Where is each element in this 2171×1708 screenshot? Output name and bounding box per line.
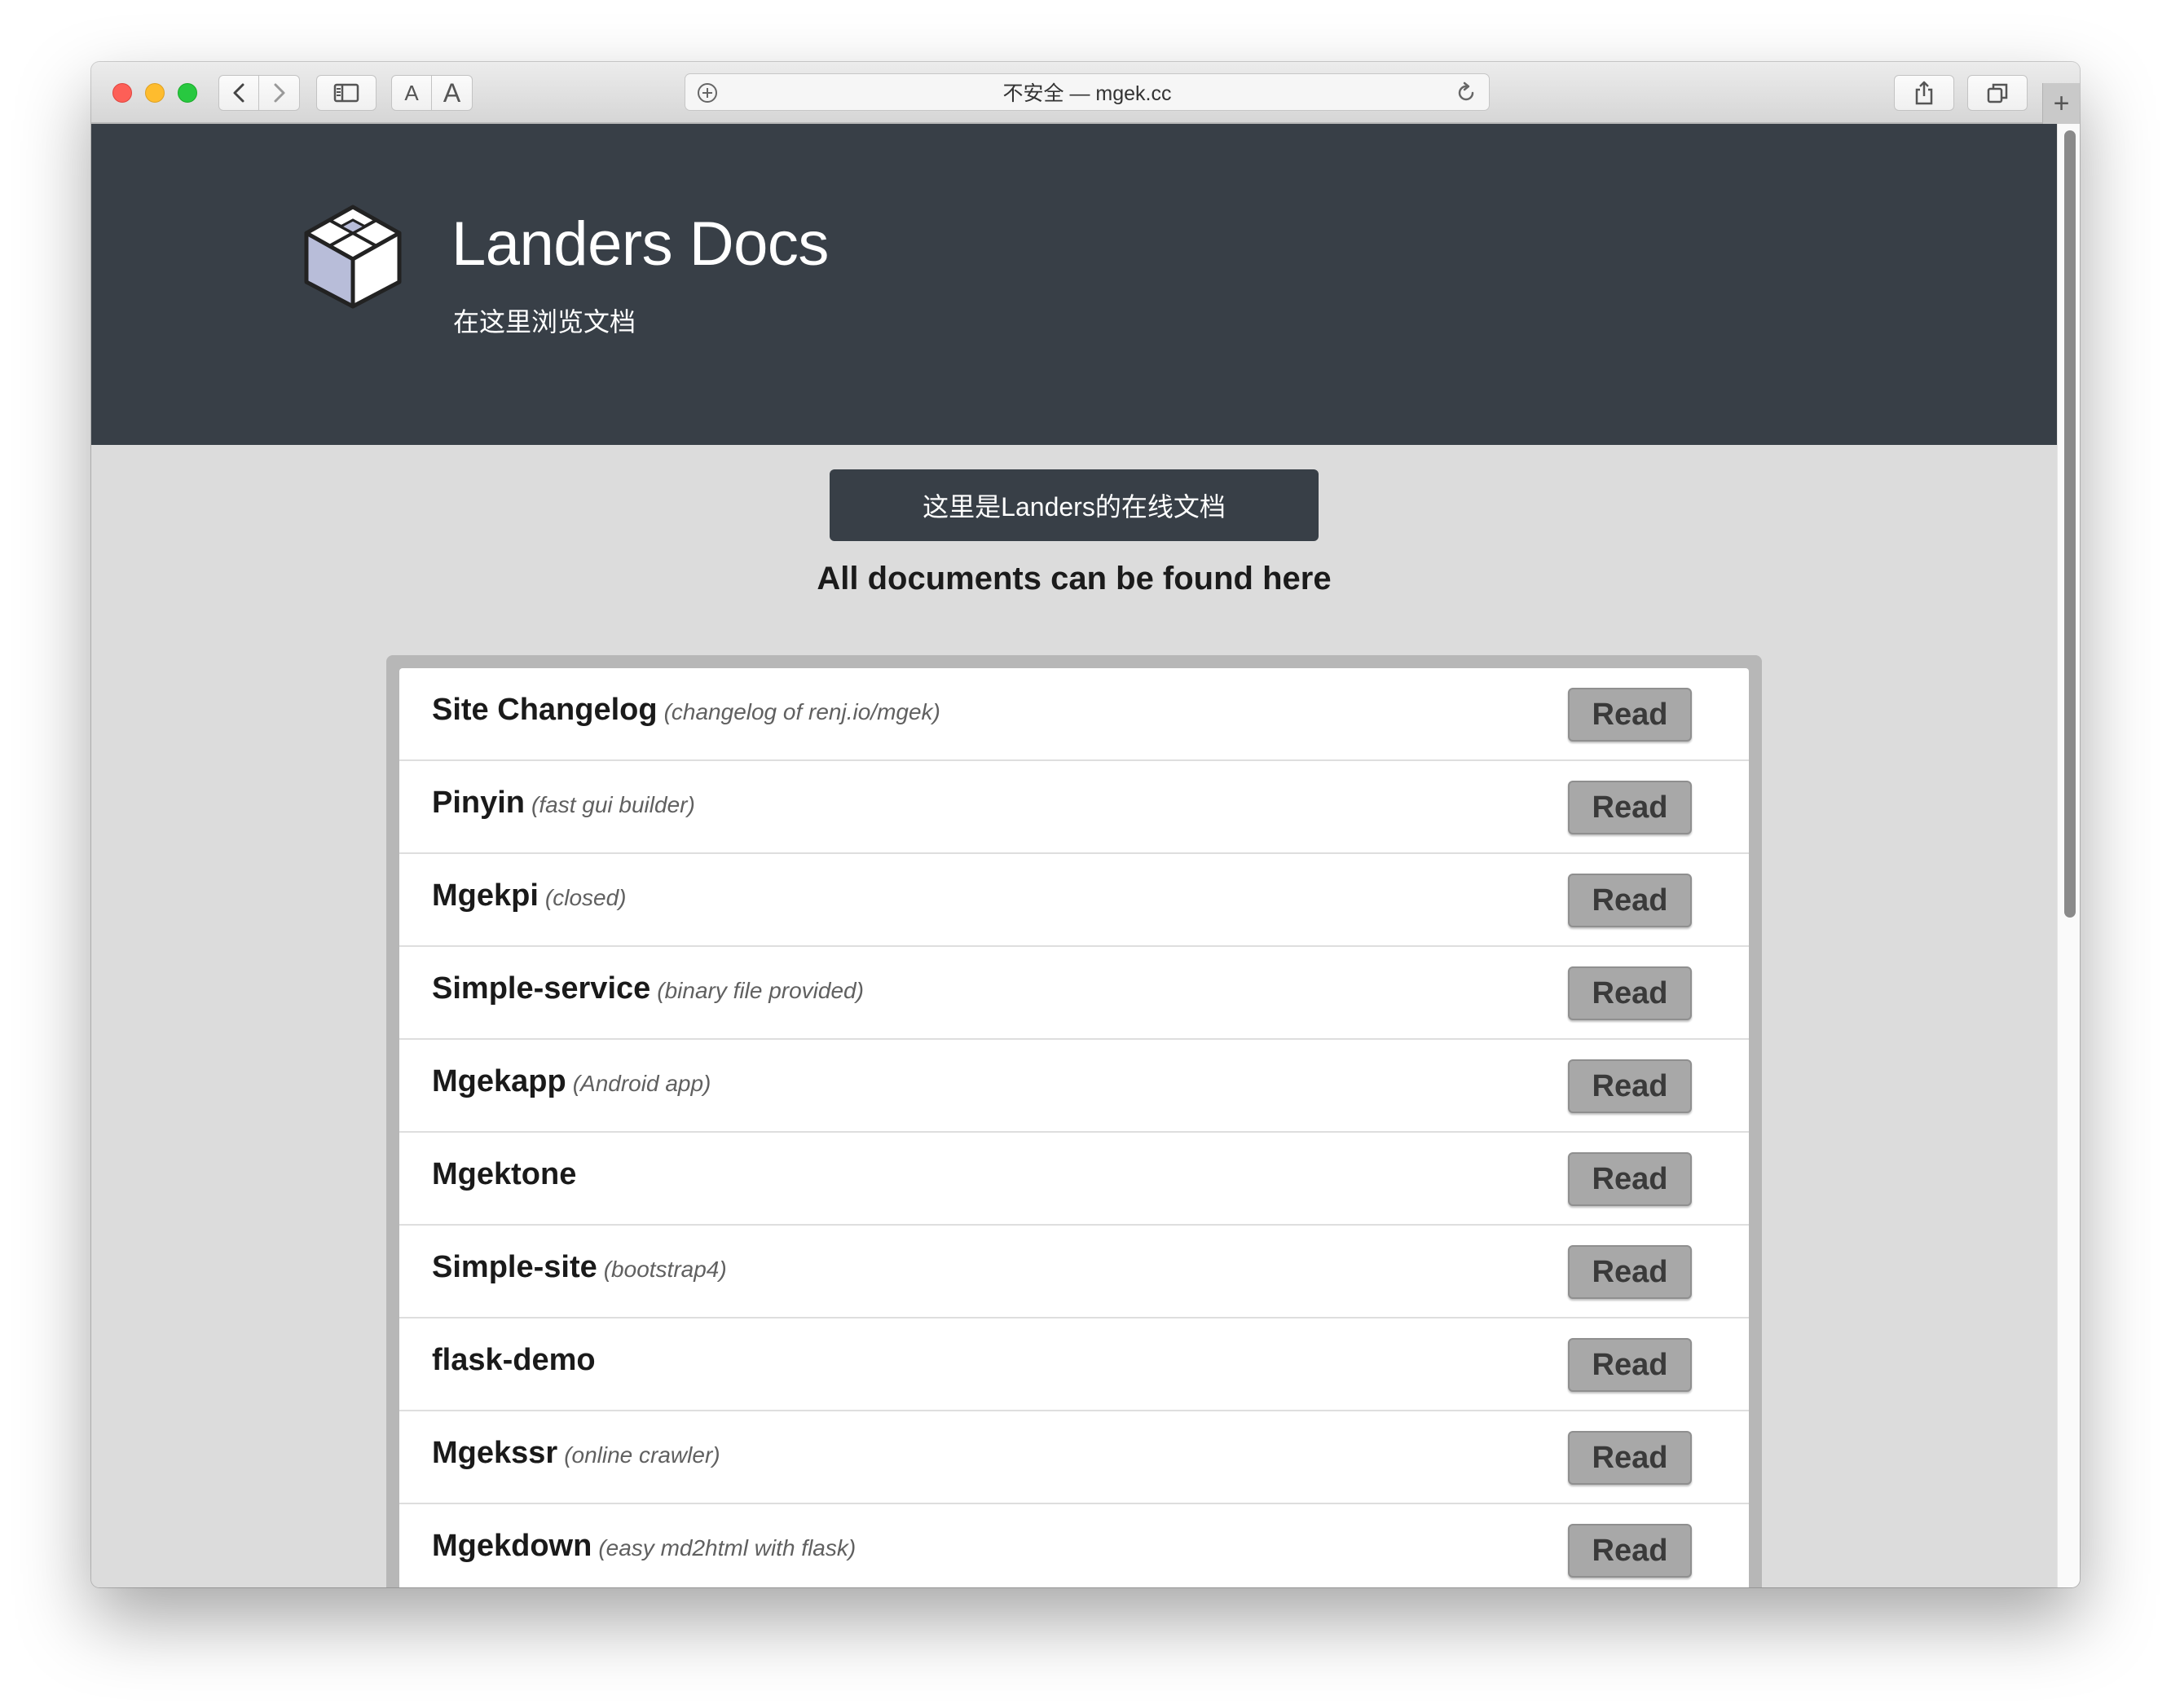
list-item: Mgekpi (closed) Read [399, 854, 1749, 947]
read-button[interactable]: Read [1568, 966, 1692, 1020]
site-subtitle: 在这里浏览文档 [453, 307, 636, 337]
list-item: flask-demo Read [399, 1318, 1749, 1411]
chevron-left-icon [233, 83, 244, 103]
doc-title[interactable]: Mgektone [432, 1157, 583, 1192]
read-button[interactable]: Read [1568, 1524, 1692, 1578]
docs-list: Site Changelog (changelog of renj.io/mgek… [399, 668, 1749, 1587]
doc-title[interactable]: Pinyin (fast gui builder) [432, 786, 695, 821]
doc-name: Mgektone [432, 1157, 577, 1191]
read-button[interactable]: Read [1568, 688, 1692, 742]
scrollbar[interactable] [2057, 124, 2080, 1587]
doc-name: Simple-site [432, 1250, 597, 1284]
list-item: Mgekapp (Android app) Read [399, 1040, 1749, 1133]
doc-title[interactable]: Mgekapp (Android app) [432, 1064, 711, 1099]
address-bar[interactable]: 不安全 — mgek.cc [685, 73, 1490, 111]
font-larger-button[interactable]: A [432, 75, 473, 111]
new-tab-button[interactable]: + [2042, 83, 2080, 124]
sidebar-toggle-button[interactable] [316, 75, 377, 111]
read-button[interactable]: Read [1568, 781, 1692, 834]
back-button[interactable] [218, 75, 259, 111]
share-icon [1915, 81, 1933, 105]
font-smaller-button[interactable]: A [391, 75, 432, 111]
doc-name: Mgekapp [432, 1064, 566, 1098]
tabs-icon [1987, 83, 2008, 103]
doc-name: Pinyin [432, 786, 526, 820]
doc-description: (binary file provided) [657, 978, 864, 1003]
list-item: Site Changelog (changelog of renj.io/mgek… [399, 668, 1749, 761]
close-window-button[interactable] [112, 83, 132, 103]
read-button[interactable]: Read [1568, 874, 1692, 927]
doc-description: (closed) [544, 885, 627, 910]
docs-list-frame: Site Changelog (changelog of renj.io/mgek… [386, 655, 1762, 1587]
read-button[interactable]: Read [1568, 1059, 1692, 1113]
forward-button[interactable] [259, 75, 300, 111]
reload-icon[interactable] [1455, 81, 1477, 110]
doc-name: flask-demo [432, 1343, 596, 1377]
doc-name: Mgekpi [432, 878, 539, 913]
read-button[interactable]: Read [1568, 1431, 1692, 1485]
list-item: Mgekdown (easy md2html with flask) Read [399, 1504, 1749, 1587]
maximize-window-button[interactable] [178, 83, 197, 103]
doc-title[interactable]: Mgekdown (easy md2html with flask) [432, 1529, 856, 1564]
list-item: Mgektone Read [399, 1133, 1749, 1226]
doc-description: (fast gui builder) [531, 792, 695, 817]
doc-name: Site Changelog [432, 693, 658, 727]
address-text: 不安全 — mgek.cc [1002, 82, 1172, 105]
doc-title[interactable]: Mgekssr (online crawler) [432, 1436, 720, 1471]
doc-title[interactable]: Mgekpi (closed) [432, 878, 627, 913]
doc-description: (Android app) [572, 1071, 711, 1096]
doc-title[interactable]: Simple-site (bootstrap4) [432, 1250, 727, 1285]
hero-header: Landers Docs 在这里浏览文档 [91, 124, 2057, 445]
page-content: Landers Docs 在这里浏览文档 这里是Landers的在线文档 All… [91, 124, 2057, 1587]
reader-plus-icon[interactable] [697, 82, 718, 109]
doc-description: (easy md2html with flask) [598, 1535, 857, 1561]
minimize-window-button[interactable] [145, 83, 165, 103]
list-item: Simple-site (bootstrap4) Read [399, 1226, 1749, 1318]
doc-title[interactable]: flask-demo [432, 1343, 602, 1378]
scrollbar-thumb[interactable] [2064, 130, 2076, 918]
doc-description: (changelog of renj.io/mgek) [663, 699, 940, 724]
read-button[interactable]: Read [1568, 1152, 1692, 1206]
doc-description: (bootstrap4) [603, 1257, 727, 1282]
tab-overview-button[interactable] [1967, 75, 2028, 111]
tagline: All documents can be found here [817, 561, 1332, 596]
doc-name: Mgekssr [432, 1436, 558, 1470]
doc-name: Mgekdown [432, 1529, 592, 1563]
read-button[interactable]: Read [1568, 1338, 1692, 1392]
doc-title[interactable]: Site Changelog (changelog of renj.io/mgek… [432, 693, 940, 728]
list-item: Simple-service (binary file provided) Rea… [399, 947, 1749, 1040]
browser-toolbar: A A 不安全 — mgek.cc + [91, 62, 2080, 124]
share-button[interactable] [1894, 75, 1954, 111]
intro-banner: 这里是Landers的在线文档 [830, 469, 1319, 541]
cube-logo-icon [304, 205, 402, 309]
list-item: Mgekssr (online crawler) Read [399, 1411, 1749, 1504]
site-title: Landers Docs [451, 209, 829, 279]
doc-description: (online crawler) [564, 1442, 720, 1468]
read-button[interactable]: Read [1568, 1245, 1692, 1299]
chevron-right-icon [274, 83, 284, 103]
list-item: Pinyin (fast gui builder) Read [399, 761, 1749, 854]
sidebar-icon [333, 83, 359, 103]
doc-title[interactable]: Simple-service (binary file provided) [432, 971, 864, 1006]
browser-window: A A 不安全 — mgek.cc + Landers Docs 在这里浏览文档… [91, 62, 2080, 1587]
doc-name: Simple-service [432, 971, 651, 1006]
